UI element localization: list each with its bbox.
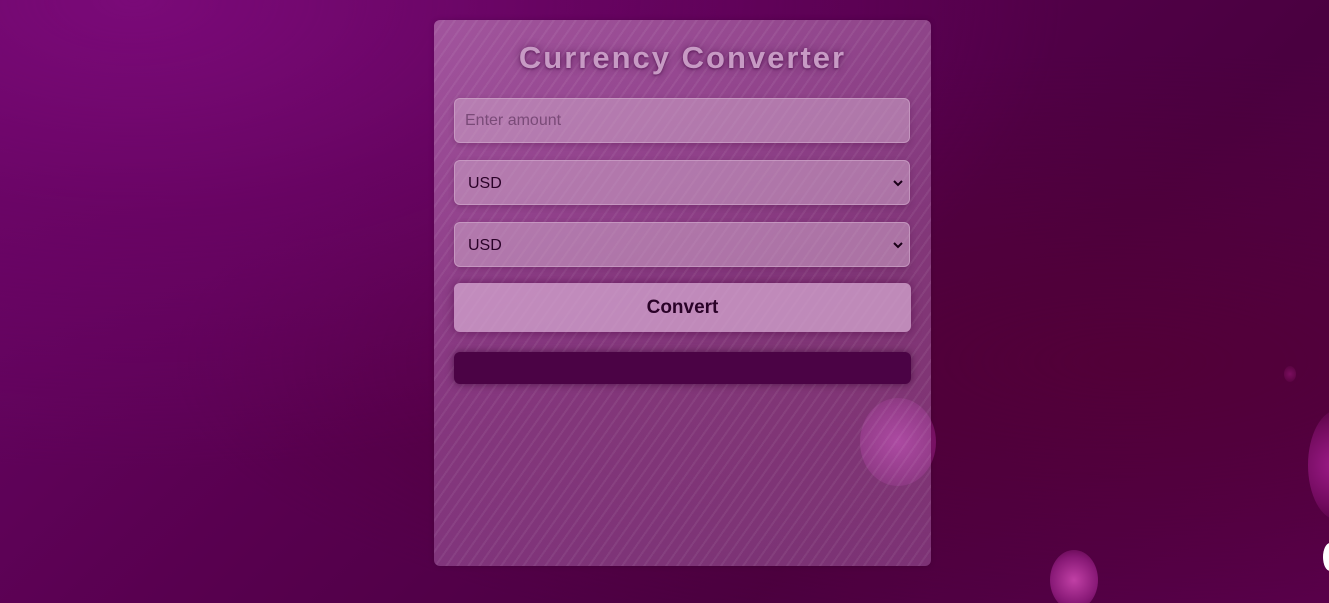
amount-input[interactable] — [454, 98, 910, 143]
from-currency-value: USD — [468, 175, 502, 192]
converter-card: Currency Converter USD USD Convert — [434, 20, 931, 566]
convert-button[interactable]: Convert — [454, 283, 911, 332]
from-currency-select[interactable]: USD — [454, 160, 910, 205]
background-bokeh — [1308, 410, 1329, 520]
to-currency-value: USD — [468, 237, 502, 254]
background-light-spot — [1323, 543, 1329, 571]
page-title: Currency Converter — [518, 40, 847, 75]
result-display — [454, 352, 911, 384]
background-bokeh — [1284, 366, 1296, 382]
background-bokeh — [1050, 550, 1098, 603]
chevron-down-icon — [893, 180, 903, 187]
chevron-down-icon — [893, 242, 903, 249]
to-currency-select[interactable]: USD — [454, 222, 910, 267]
